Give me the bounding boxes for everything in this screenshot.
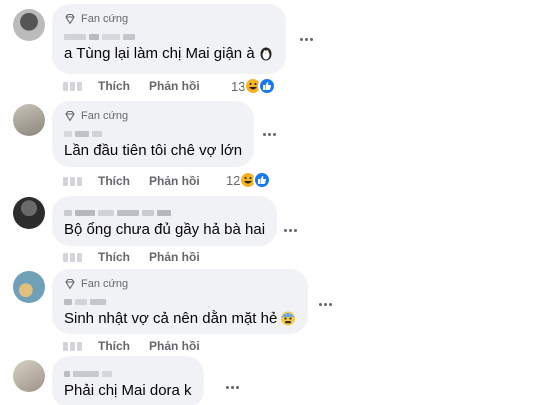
timestamp[interactable]	[63, 81, 82, 91]
avatar[interactable]	[13, 360, 45, 392]
timestamp[interactable]	[63, 341, 82, 351]
avatar[interactable]	[13, 9, 45, 41]
comment-actions: Thích Phản hồi	[63, 338, 219, 354]
comment-bubble: Fan cứng a Tùng lại làm chị Mai giận à	[52, 4, 286, 74]
diamond-icon	[65, 13, 75, 25]
comment-actions: Thích Phản hồi	[63, 249, 219, 265]
more-options-icon[interactable]	[257, 124, 281, 144]
reactions-summary[interactable]: 13	[231, 77, 277, 95]
comment-actions: Thích Phản hồi	[63, 78, 219, 94]
reply-button[interactable]: Phản hồi	[149, 339, 200, 353]
author-name[interactable]	[64, 204, 265, 216]
comment-text: Phải chị Mai dora k	[64, 382, 192, 399]
timestamp[interactable]	[63, 176, 82, 186]
reply-button[interactable]: Phản hồi	[149, 174, 200, 188]
like-button[interactable]: Thích	[98, 250, 130, 264]
reactions-summary[interactable]: 12	[226, 171, 272, 189]
author-name[interactable]	[64, 28, 274, 40]
comment-text: a Tùng lại làm chị Mai giận à	[64, 44, 274, 63]
diamond-icon	[65, 278, 75, 290]
more-options-icon[interactable]	[278, 220, 302, 240]
like-icon	[253, 171, 272, 189]
more-options-icon[interactable]	[220, 377, 244, 397]
comment-bubble: Phải chị Mai dora k	[52, 356, 204, 405]
fan-badge-label: Fan cứng	[81, 13, 129, 25]
like-icon	[258, 77, 277, 95]
more-options-icon[interactable]	[313, 294, 337, 314]
more-options-icon[interactable]	[294, 29, 318, 49]
fan-badge-label: Fan cứng	[81, 110, 129, 122]
fan-badge: Fan cứng	[64, 12, 274, 26]
avatar[interactable]	[13, 197, 45, 229]
fan-badge: Fan cứng	[64, 109, 242, 123]
timestamp[interactable]	[63, 252, 82, 262]
comment-bubble: Fan cứng Sinh nhật vợ cả nên dằn mặt hẻ	[52, 269, 309, 334]
fan-badge-label: Fan cứng	[81, 278, 129, 290]
cold-sweat-emoji	[281, 311, 296, 326]
like-button[interactable]: Thích	[98, 174, 130, 188]
comment-bubble: Bộ ổng chưa đủ gầy hả bà hai	[52, 196, 278, 246]
author-name[interactable]	[64, 293, 296, 305]
like-button[interactable]: Thích	[98, 79, 130, 93]
avatar[interactable]	[13, 271, 45, 303]
comment-actions: Thích Phản hồi	[63, 173, 219, 189]
penguin-emoji	[260, 47, 272, 61]
author-name[interactable]	[64, 365, 192, 377]
diamond-icon	[65, 110, 75, 122]
comment-text: Sinh nhật vợ cả nên dằn mặt hẻ	[64, 309, 296, 328]
avatar[interactable]	[13, 104, 45, 136]
reaction-count: 13	[231, 78, 246, 94]
author-name[interactable]	[64, 125, 242, 137]
reply-button[interactable]: Phản hồi	[149, 250, 200, 264]
comment-text: Lần đầu tiên tôi chê vợ lớn	[64, 142, 243, 159]
fan-badge: Fan cứng	[64, 277, 296, 291]
reaction-count: 12	[226, 172, 241, 188]
like-button[interactable]: Thích	[98, 339, 130, 353]
reply-button[interactable]: Phản hồi	[149, 79, 200, 93]
comment-bubble: Fan cứng Lần đầu tiên tôi chê vợ lớn	[52, 101, 255, 167]
comment-text: Bộ ổng chưa đủ gầy hả bà hai	[64, 221, 266, 238]
